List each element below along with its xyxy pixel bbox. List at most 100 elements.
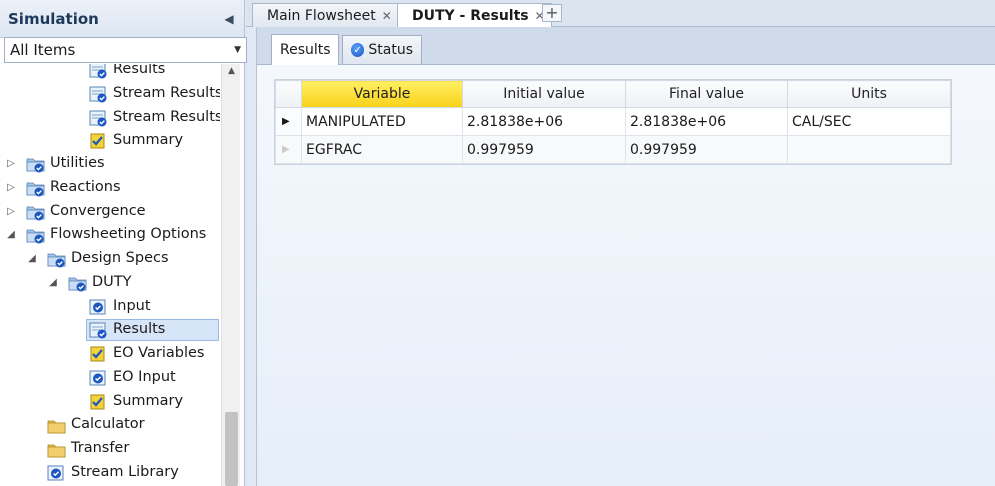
folder-check-icon — [47, 251, 66, 268]
results-icon — [89, 86, 108, 103]
tree-item[interactable]: Stream Results — [0, 83, 220, 105]
cell-units[interactable] — [787, 135, 951, 164]
folder-check-icon — [26, 204, 45, 221]
tree-item[interactable]: ◢ Flowsheeting Options — [0, 224, 220, 246]
tree-item-label: DUTY — [92, 274, 132, 290]
tree-item-label: Results — [113, 64, 166, 77]
expanded-arrow-icon[interactable]: ◢ — [27, 254, 37, 264]
chevron-down-icon: ▼ — [234, 45, 241, 55]
tree-item[interactable]: Summary — [0, 391, 220, 413]
tree-item-label: Convergence — [50, 203, 146, 219]
tree-item[interactable]: ◢ DUTY — [0, 272, 220, 294]
tree-item[interactable]: ▷ Convergence — [0, 201, 220, 223]
tree-item-label: Summary — [113, 393, 184, 409]
collapsed-arrow-icon[interactable]: ▷ — [6, 207, 16, 217]
tree-item[interactable]: Calculator — [0, 414, 220, 436]
tree-item[interactable]: ▷ Utilities — [0, 153, 220, 175]
folder-check-icon — [26, 156, 45, 173]
navigation-tree: Results Stream Results Stream Results (Cus… — [0, 64, 220, 486]
row-header-corner — [275, 80, 302, 108]
tree-item-label: Stream Results — [113, 85, 220, 101]
tab-duty-results[interactable]: DUTY - Results ✕ — [397, 3, 552, 28]
tree-item-label: EO Input — [113, 369, 176, 385]
scrollbar-thumb[interactable] — [225, 412, 238, 486]
summary-icon — [89, 133, 108, 150]
tab-label: Main Flowsheet — [267, 7, 376, 24]
column-header-variable[interactable]: Variable — [301, 80, 463, 108]
tab-status[interactable]: ✓ Status — [342, 35, 422, 64]
tree-scrollbar[interactable]: ▲ — [221, 64, 240, 486]
tab-results[interactable]: Results — [271, 34, 339, 65]
tree-item-label: Stream Library — [71, 464, 179, 480]
navigation-pane: Simulation ◀ All Items ▼ Results Stream R… — [0, 0, 247, 486]
tree-item[interactable]: Stream Library — [0, 462, 220, 484]
tab-results-label: Results — [280, 42, 331, 58]
tree-item[interactable]: Results — [0, 64, 220, 81]
results-form: Results ✓ Status Variable Initial value … — [256, 27, 995, 486]
tree-item-label: Reactions — [50, 179, 121, 195]
collapse-pane-button[interactable]: ◀ — [222, 12, 236, 26]
folder-check-icon — [68, 275, 87, 292]
cell-units[interactable]: CAL/SEC — [787, 107, 951, 136]
tree-item[interactable]: Transfer — [0, 438, 220, 460]
column-header-units[interactable]: Units — [787, 80, 951, 108]
status-check-icon: ✓ — [351, 43, 365, 57]
collapsed-arrow-icon[interactable]: ▷ — [6, 183, 16, 193]
expanded-arrow-icon[interactable]: ◢ — [48, 278, 58, 288]
cell-initial-value[interactable]: 0.997959 — [462, 135, 626, 164]
summary-icon — [89, 346, 108, 363]
cell-initial-value[interactable]: 2.81838e+06 — [462, 107, 626, 136]
collapsed-arrow-icon[interactable]: ▷ — [6, 159, 16, 169]
cell-variable[interactable]: MANIPULATED — [301, 107, 463, 136]
tree-item[interactable]: Summary — [0, 130, 220, 152]
document-tab-bar: Main Flowsheet ✕ DUTY - Results ✕ + — [246, 0, 995, 28]
navigation-header: Simulation ◀ — [0, 0, 244, 38]
tree-item-label: Results — [113, 321, 166, 337]
tab-status-label: Status — [368, 42, 413, 58]
tree-item[interactable]: Stream Results (Cus — [0, 107, 220, 129]
tree-item-label: Summary — [113, 132, 184, 148]
column-header-final-value[interactable]: Final value — [625, 80, 788, 108]
close-icon[interactable]: ✕ — [382, 9, 392, 23]
tree-item[interactable]: Results — [0, 319, 220, 341]
row-indicator-icon: ▶ — [275, 135, 302, 164]
summary-icon — [89, 394, 108, 411]
folder-icon — [47, 441, 66, 458]
filter-value: All Items — [10, 41, 76, 59]
tree-item[interactable]: Input — [0, 296, 220, 318]
navigation-title: Simulation — [8, 9, 99, 28]
cell-variable[interactable]: EGFRAC — [301, 135, 463, 164]
tree-item-label: Transfer — [71, 440, 130, 456]
results-icon — [89, 110, 108, 127]
tab-label: DUTY - Results — [412, 7, 529, 24]
input-icon — [89, 370, 108, 387]
expanded-arrow-icon[interactable]: ◢ — [6, 230, 16, 240]
scroll-up-icon[interactable]: ▲ — [222, 66, 241, 82]
tree-item-label: Calculator — [71, 416, 145, 432]
tab-main-flowsheet[interactable]: Main Flowsheet ✕ — [252, 3, 399, 27]
column-header-initial-value[interactable]: Initial value — [462, 80, 626, 108]
tree-item[interactable]: ▷ Reactions — [0, 177, 220, 199]
tree-item-label: Flowsheeting Options — [50, 226, 207, 242]
new-tab-button[interactable]: + — [542, 4, 562, 22]
results-icon — [89, 64, 108, 79]
table-row[interactable]: ▶ MANIPULATED 2.81838e+06 2.81838e+06 CA… — [275, 107, 951, 136]
form-tab-bar: Results ✓ Status — [257, 27, 995, 65]
tree-item[interactable]: EO Variables — [0, 343, 220, 365]
tree-item-label: Design Specs — [71, 250, 169, 266]
cell-final-value[interactable]: 0.997959 — [625, 135, 788, 164]
folder-icon — [47, 417, 66, 434]
cell-final-value[interactable]: 2.81838e+06 — [625, 107, 788, 136]
tree-item-label: Input — [113, 298, 151, 314]
grid-header-row: Variable Initial value Final value Units — [275, 80, 951, 108]
folder-check-icon — [26, 227, 45, 244]
table-row[interactable]: ▶ EGFRAC 0.997959 0.997959 — [275, 135, 951, 164]
results-icon — [89, 322, 108, 339]
filter-dropdown[interactable]: All Items ▼ — [4, 37, 247, 63]
folder-check-icon — [26, 180, 45, 197]
tree-item-label: EO Variables — [113, 345, 205, 361]
current-row-indicator-icon: ▶ — [275, 107, 302, 136]
results-grid: Variable Initial value Final value Units… — [274, 79, 952, 165]
tree-item[interactable]: ◢ Design Specs — [0, 248, 220, 270]
tree-item[interactable]: EO Input — [0, 367, 220, 389]
